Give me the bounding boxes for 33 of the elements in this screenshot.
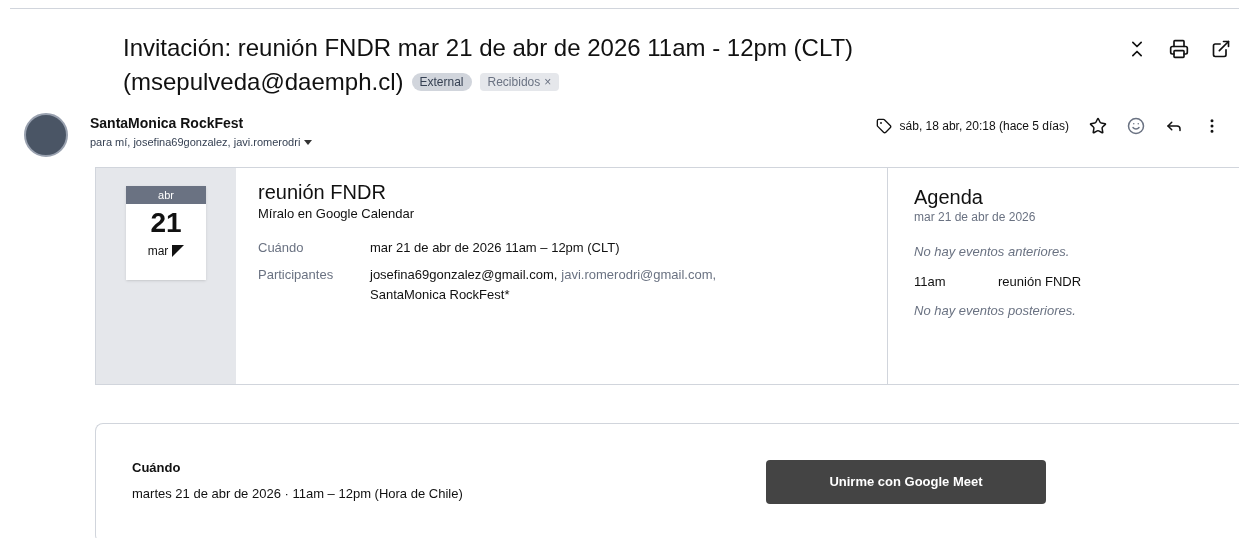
email-subject: Invitación: reunión FNDR mar 21 de abr de 2026 11am - 12pm (CLT) <box>123 33 854 63</box>
agenda-note: No hay eventos anteriores. <box>914 243 1071 261</box>
label-icon <box>875 118 892 134</box>
event-title: reunión FNDR <box>258 180 387 204</box>
message-date: sáb, 18 abr, 20:18 (hace 5 días) <box>899 118 1069 135</box>
recipients: para mí, josefina69gonzalez, javi.romerodri <box>90 135 301 150</box>
label-chip[interactable]: External <box>411 73 472 91</box>
label-chip[interactable]: Recibidos × <box>479 73 560 91</box>
field-value: SantaMonica RockFest* <box>370 285 510 304</box>
field-label: Cuándo <box>258 238 305 257</box>
event-time: 11am <box>914 272 947 291</box>
agenda-title: Agenda <box>914 186 984 208</box>
agenda-date: mar 21 de abr de 2026 <box>914 209 1037 226</box>
field-value: josefina69gonzalez@gmail.com, <box>370 266 558 284</box>
avatar <box>24 113 68 157</box>
star-icon[interactable] <box>1089 117 1107 135</box>
field-label: Participantes <box>258 266 335 284</box>
when-label: Cuándo <box>132 459 182 477</box>
sender-name: SantaMonica RockFest <box>90 114 245 133</box>
page-curl-icon <box>172 245 185 257</box>
when-value: martes 21 de abr de 2026 · 11am – 12pm (Hora de Chile) <box>132 484 464 503</box>
calendar-link[interactable]: Míralo en Google Calendar <box>258 204 887 224</box>
email-subject: (msepulveda@daemph.cl) <box>123 67 404 97</box>
join-meet-button[interactable]: Unirme con Google Meet <box>766 460 1046 504</box>
print-icon[interactable] <box>1169 39 1189 59</box>
dropdown-caret-icon[interactable] <box>304 139 313 145</box>
calendar-icon: abr 21 mar <box>126 186 206 280</box>
open-new-window-icon[interactable] <box>1211 39 1231 59</box>
agenda-event[interactable]: reunión FNDR <box>998 271 1082 291</box>
emoji-icon[interactable] <box>1127 117 1145 135</box>
field-value: javi.romerodri@gmail.com, <box>561 266 717 284</box>
field-value: mar 21 de abr de 2026 11am – 12pm (CLT) <box>370 238 620 257</box>
agenda-note: No hay eventos posteriores. <box>914 302 1077 320</box>
